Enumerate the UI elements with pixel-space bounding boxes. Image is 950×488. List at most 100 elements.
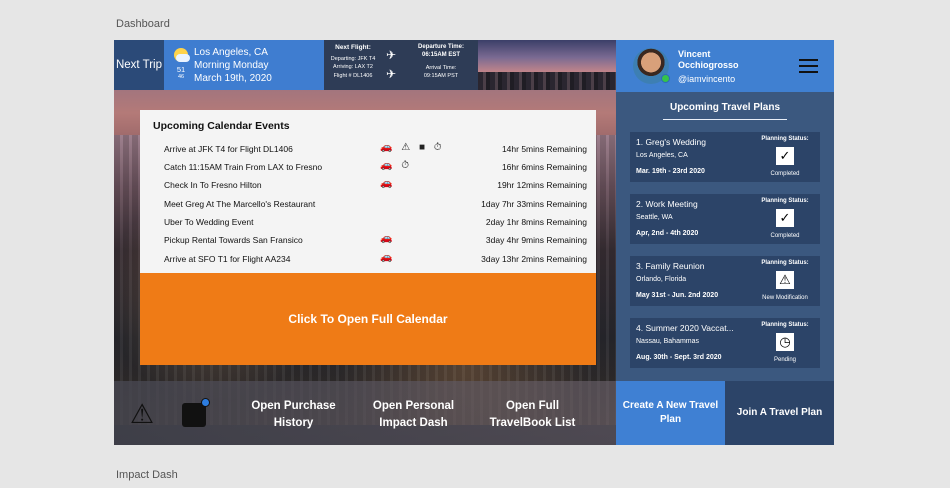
- plan-dates: Aug. 30th - Sept. 3rd 2020: [636, 354, 722, 361]
- event-remaining: 2day 1hr 8mins Remaining: [485, 217, 587, 227]
- calendar-event[interactable]: Meet Greg At The Marcello's Restaurant 1…: [164, 196, 587, 212]
- open-impact-dash-button[interactable]: Open Personal Impact Dash: [356, 398, 471, 432]
- event-remaining: 14hr 5mins Remaining: [501, 144, 587, 154]
- travel-plans-panel: Upcoming Travel Plans 1. Greg's Wedding …: [616, 92, 834, 445]
- bottom-action-bar: ⚠ Open Purchase History Open Personal Im…: [114, 381, 616, 445]
- planning-status-label: Planning Status:: [761, 322, 809, 328]
- travel-plan-card[interactable]: 3. Family Reunion Orlando, Florida May 3…: [630, 256, 820, 306]
- departure-time: 06:15AM EST: [421, 52, 460, 58]
- calendar-title: Upcoming Calendar Events: [153, 120, 290, 132]
- user-handle: @iamvincento: [678, 74, 736, 84]
- flight-times: Departure Time: 06:15AM EST Arrival Time…: [406, 43, 476, 80]
- event-name: Arrive at JFK T4 for Flight DL1406: [164, 144, 293, 154]
- plan-dates: May 31st - Jun. 2nd 2020: [636, 292, 719, 299]
- weather-temp: 51: [176, 65, 186, 74]
- create-travel-plan-button[interactable]: Create A New Travel Plan: [616, 381, 725, 445]
- planning-status-label: Planning Status:: [761, 136, 809, 142]
- travel-plan-card[interactable]: 4. Summer 2020 Vaccat... Nassau, Bahamma…: [630, 318, 820, 368]
- plan-location: Orlando, Florida: [636, 276, 687, 283]
- event-name: Meet Greg At The Marcello's Restaurant: [164, 199, 316, 209]
- plane-icons: ✈ ✈: [386, 46, 404, 84]
- planning-status-label: Planning Status:: [761, 198, 809, 204]
- event-remaining: 19hr 12mins Remaining: [497, 180, 587, 190]
- flight-details: Next Flight: Departing: JFK T4 Arriving:…: [324, 44, 382, 80]
- dashboard-artboard-label: Dashboard: [116, 18, 170, 30]
- arrival-label: Arrival Time:: [425, 65, 457, 71]
- event-name: Arrive at SFO T1 for Flight AA234: [164, 254, 291, 264]
- plan-status: New Modification: [762, 295, 808, 301]
- plan-dates: Apr, 2nd - 4th 2020: [636, 230, 699, 237]
- calendar-event[interactable]: Check In To Fresno Hilton 🚗 19hr 12mins …: [164, 177, 587, 193]
- calendar-event[interactable]: Catch 11:15AM Train From LAX to Fresno 🚗…: [164, 159, 587, 175]
- event-name: Catch 11:15AM Train From LAX to Fresno: [164, 162, 323, 172]
- event-remaining: 1day 7hr 33mins Remaining: [481, 199, 587, 209]
- impact-dash-artboard-label: Impact Dash: [116, 469, 178, 481]
- weather-low: 46: [177, 74, 185, 80]
- flight-arriving: Arriving: LAX T2: [333, 64, 373, 70]
- flight-info-card[interactable]: Next Flight: Departing: JFK T4 Arriving:…: [324, 40, 478, 90]
- hamburger-menu-icon[interactable]: [799, 59, 818, 73]
- event-remaining: 3day 4hr 9mins Remaining: [485, 235, 587, 245]
- join-travel-plan-button[interactable]: Join A Travel Plan: [725, 381, 834, 445]
- open-full-calendar-button[interactable]: Click To Open Full Calendar: [140, 273, 596, 365]
- event-status-icons: 🚗 ⏱: [380, 160, 413, 171]
- trip-info-card[interactable]: 51 46 Los Angeles, CA Morning Monday Mar…: [164, 40, 324, 90]
- next-flight-label: Next Flight:: [335, 44, 371, 51]
- weather-widget: 51 46: [172, 48, 190, 80]
- event-remaining: 16hr 6mins Remaining: [501, 162, 587, 172]
- event-remaining: 3day 13hr 2mins Remaining: [481, 254, 587, 264]
- event-status-icons: 🚗: [380, 252, 396, 263]
- trip-city: Los Angeles, CA: [194, 47, 268, 58]
- plan-name: 3. Family Reunion: [636, 261, 705, 271]
- plane-takeoff-icon: ✈: [386, 48, 397, 62]
- next-trip-label: Next Trip: [114, 40, 164, 90]
- open-travelbook-button[interactable]: Open Full TravelBook List: [475, 398, 590, 432]
- event-name: Pickup Rental Towards San Fransico: [164, 235, 303, 245]
- planning-status-label: Planning Status:: [761, 260, 809, 266]
- travel-plan-card[interactable]: 1. Greg's Wedding Los Angeles, CA Mar. 1…: [630, 132, 820, 182]
- open-purchase-history-button[interactable]: Open Purchase History: [236, 398, 351, 432]
- alert-icon[interactable]: ⚠: [130, 399, 162, 429]
- flight-departing: Departing: JFK T4: [330, 55, 376, 62]
- calendar-panel: Upcoming Calendar Events Arrive at JFK T…: [140, 110, 596, 273]
- trip-day: Morning Monday: [194, 60, 269, 71]
- event-status-icons: 🚗: [380, 178, 396, 189]
- calendar-event[interactable]: Uber To Wedding Event 2day 1hr 8mins Rem…: [164, 214, 587, 230]
- dashboard-frame: Next Trip 51 46 Los Angeles, CA Morning …: [114, 40, 834, 445]
- user-name: Vincent Occhiogrosso: [678, 49, 758, 71]
- partly-cloudy-icon: [174, 48, 190, 62]
- plan-name: 4. Summer 2020 Vaccat...: [636, 323, 734, 333]
- calendar-event[interactable]: Pickup Rental Towards San Fransico 🚗 3da…: [164, 232, 587, 248]
- plan-location: Nassau, Bahammas: [636, 338, 700, 345]
- event-name: Uber To Wedding Event: [164, 217, 254, 227]
- plane-landing-icon: ✈: [386, 67, 397, 81]
- trip-date: March 19th, 2020: [194, 73, 272, 84]
- warning-icon: ⚠: [776, 271, 794, 289]
- plan-location: Los Angeles, CA: [636, 152, 688, 159]
- skyline-image: [478, 40, 616, 90]
- departure-label: Departure Time:: [418, 44, 464, 50]
- plan-name: 1. Greg's Wedding: [636, 137, 706, 147]
- plan-name: 2. Work Meeting: [636, 199, 698, 209]
- travel-plans-title: Upcoming Travel Plans: [669, 102, 781, 113]
- calendar-event[interactable]: Arrive at SFO T1 for Flight AA234 🚗 3day…: [164, 251, 587, 267]
- plan-location: Seattle, WA: [636, 214, 673, 221]
- event-name: Check In To Fresno Hilton: [164, 180, 262, 190]
- plan-status: Completed: [770, 171, 800, 177]
- flight-number: Flight # DL1406: [333, 72, 373, 79]
- title-divider: [663, 119, 787, 120]
- plan-status: Pending: [773, 357, 797, 363]
- user-last-name: Occhiogrosso: [678, 60, 739, 70]
- checkmark-icon: ✓: [776, 209, 794, 227]
- plan-status: Completed: [770, 233, 800, 239]
- online-status-icon: [661, 74, 670, 83]
- checkmark-icon: ✓: [776, 147, 794, 165]
- arrival-time: 09:15AM PST: [423, 73, 459, 79]
- travel-plan-card[interactable]: 2. Work Meeting Seattle, WA Apr, 2nd - 4…: [630, 194, 820, 244]
- event-status-icons: 🚗 ⚠ ■ ⏱: [380, 142, 445, 153]
- calendar-event[interactable]: Arrive at JFK T4 for Flight DL1406 🚗 ⚠ ■…: [164, 141, 587, 157]
- notification-icon[interactable]: [182, 403, 206, 427]
- user-first-name: Vincent: [678, 49, 711, 59]
- notification-badge: [201, 398, 210, 407]
- plan-dates: Mar. 19th - 23rd 2020: [636, 168, 705, 175]
